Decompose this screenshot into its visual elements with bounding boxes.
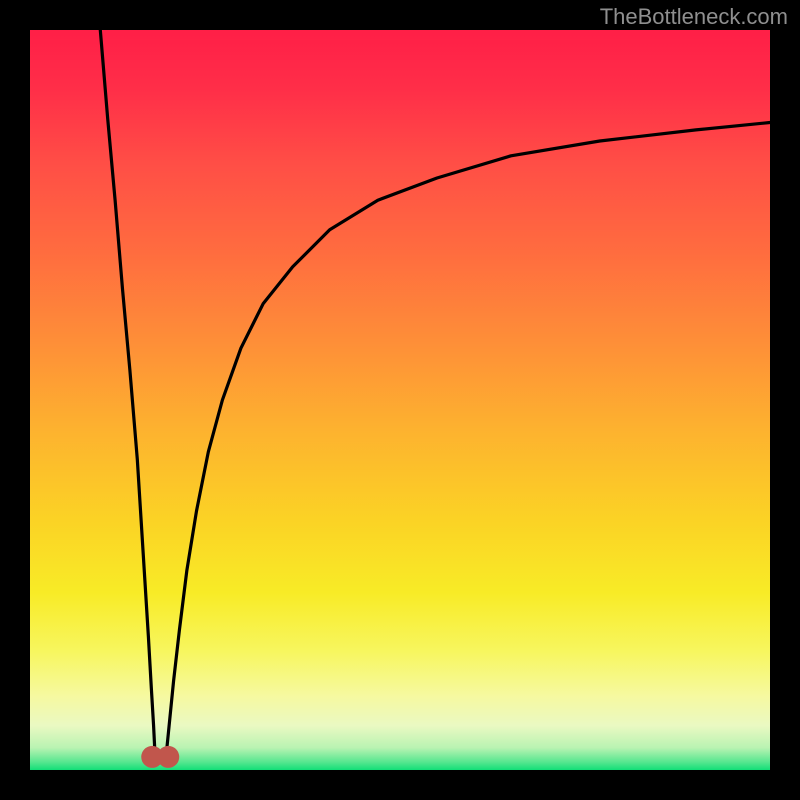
lobe-right-icon: [157, 746, 179, 768]
plot-area: [30, 30, 770, 770]
right-branch-curve: [166, 123, 770, 756]
cusp-marker: [141, 746, 179, 768]
watermark-text: TheBottleneck.com: [600, 4, 788, 30]
curve-layer: [30, 30, 770, 770]
left-branch-curve: [100, 30, 155, 755]
